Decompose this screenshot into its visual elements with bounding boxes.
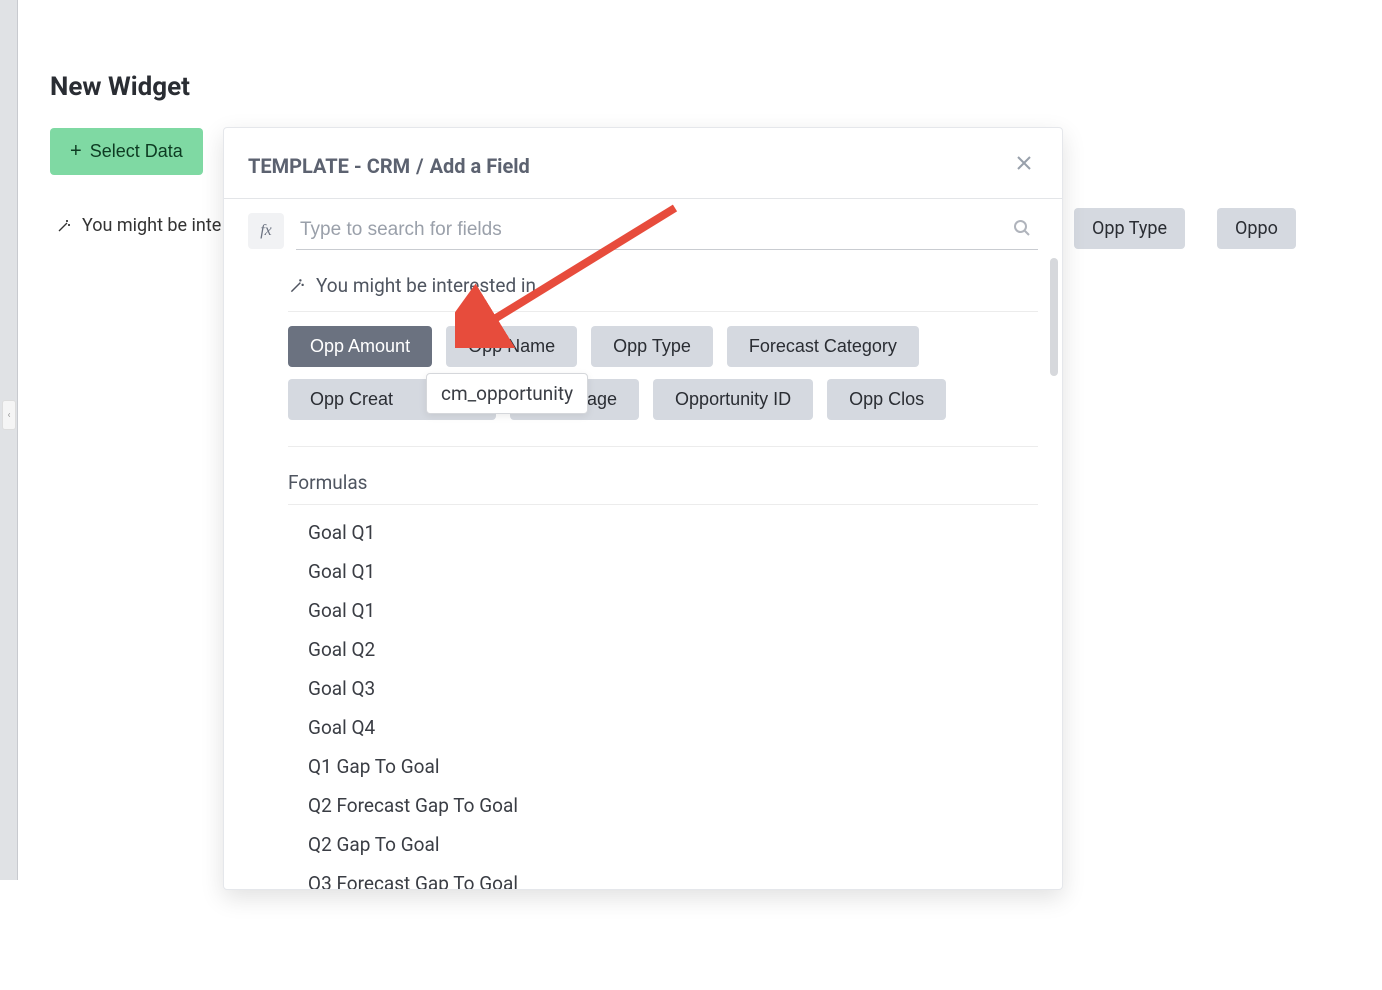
search-input[interactable] — [296, 211, 1038, 249]
formulas-section: Formulas Goal Q1 Goal Q1 Goal Q1 Goal Q2… — [224, 457, 1062, 890]
fx-badge[interactable]: fx — [248, 213, 284, 249]
formulas-title: Formulas — [288, 471, 1038, 505]
close-icon — [1014, 153, 1034, 173]
formulas-list: Goal Q1 Goal Q1 Goal Q1 Goal Q2 Goal Q3 … — [288, 513, 1038, 890]
formula-item[interactable]: Goal Q2 — [288, 630, 1038, 669]
search-icon — [1012, 218, 1032, 242]
pill-container: Opp Amount Opp Name Opp Type Forecast Ca… — [288, 311, 1038, 447]
breadcrumb: TEMPLATE - CRM / Add a Field — [248, 154, 530, 178]
bg-pill-oppo[interactable]: Oppo — [1217, 208, 1296, 249]
formula-item[interactable]: Goal Q1 — [288, 552, 1038, 591]
bg-pill-opp-type[interactable]: Opp Type — [1074, 208, 1185, 249]
formula-item[interactable]: Goal Q1 — [288, 513, 1038, 552]
pill-opportunity-id[interactable]: Opportunity ID — [653, 379, 813, 420]
formula-item[interactable]: Goal Q4 — [288, 708, 1038, 747]
pill-opp-amount[interactable]: Opp Amount — [288, 326, 432, 367]
breadcrumb-root[interactable]: TEMPLATE - CRM — [248, 154, 410, 178]
suggest-row-background: You might be inte — [56, 215, 221, 236]
plus-icon: + — [70, 140, 82, 163]
breadcrumb-leaf: Add a Field — [430, 154, 530, 178]
formula-item[interactable]: Q2 Forecast Gap To Goal — [288, 786, 1038, 825]
pill-opp-type[interactable]: Opp Type — [591, 326, 713, 367]
modal-body: You might be interested in Opp Amount Op… — [224, 256, 1062, 890]
formula-item[interactable]: Goal Q3 — [288, 669, 1038, 708]
left-sidebar-edge: ‹ — [0, 0, 18, 880]
interest-section: You might be interested in Opp Amount Op… — [224, 256, 1062, 457]
select-data-button[interactable]: + Select Data — [50, 128, 203, 175]
close-button[interactable] — [1010, 148, 1038, 184]
pill-opp-closed[interactable]: Opp Clos — [827, 379, 946, 420]
pill-row-2: Opp Creat Stage Opportunity ID Opp Clos — [288, 379, 1038, 420]
field-tooltip: cm_opportunity — [426, 373, 588, 414]
magic-wand-icon — [56, 218, 72, 234]
expand-handle[interactable]: ‹ — [2, 400, 16, 430]
formula-item[interactable]: Q2 Gap To Goal — [288, 825, 1038, 864]
interest-label: You might be interested in — [316, 274, 536, 297]
modal-header: TEMPLATE - CRM / Add a Field — [224, 128, 1062, 199]
page-title: New Widget — [50, 72, 190, 102]
scrollbar-thumb[interactable] — [1050, 258, 1058, 376]
magic-wand-icon — [288, 277, 306, 295]
add-field-modal: TEMPLATE - CRM / Add a Field fx — [223, 127, 1063, 890]
suggest-row-label: You might be inte — [82, 215, 221, 236]
pill-forecast-category[interactable]: Forecast Category — [727, 326, 919, 367]
breadcrumb-separator: / — [416, 154, 423, 178]
pill-row-1: Opp Amount Opp Name Opp Type Forecast Ca… — [288, 326, 1038, 367]
formula-item[interactable]: Q1 Gap To Goal — [288, 747, 1038, 786]
formula-item[interactable]: Q3 Forecast Gap To Goal — [288, 864, 1038, 890]
pill-opp-name[interactable]: Opp Name — [446, 326, 577, 367]
interest-header: You might be interested in — [288, 274, 1038, 297]
select-data-label: Select Data — [90, 141, 183, 162]
search-input-wrap — [296, 211, 1038, 250]
search-row: fx — [224, 199, 1062, 256]
formula-item[interactable]: Goal Q1 — [288, 591, 1038, 630]
